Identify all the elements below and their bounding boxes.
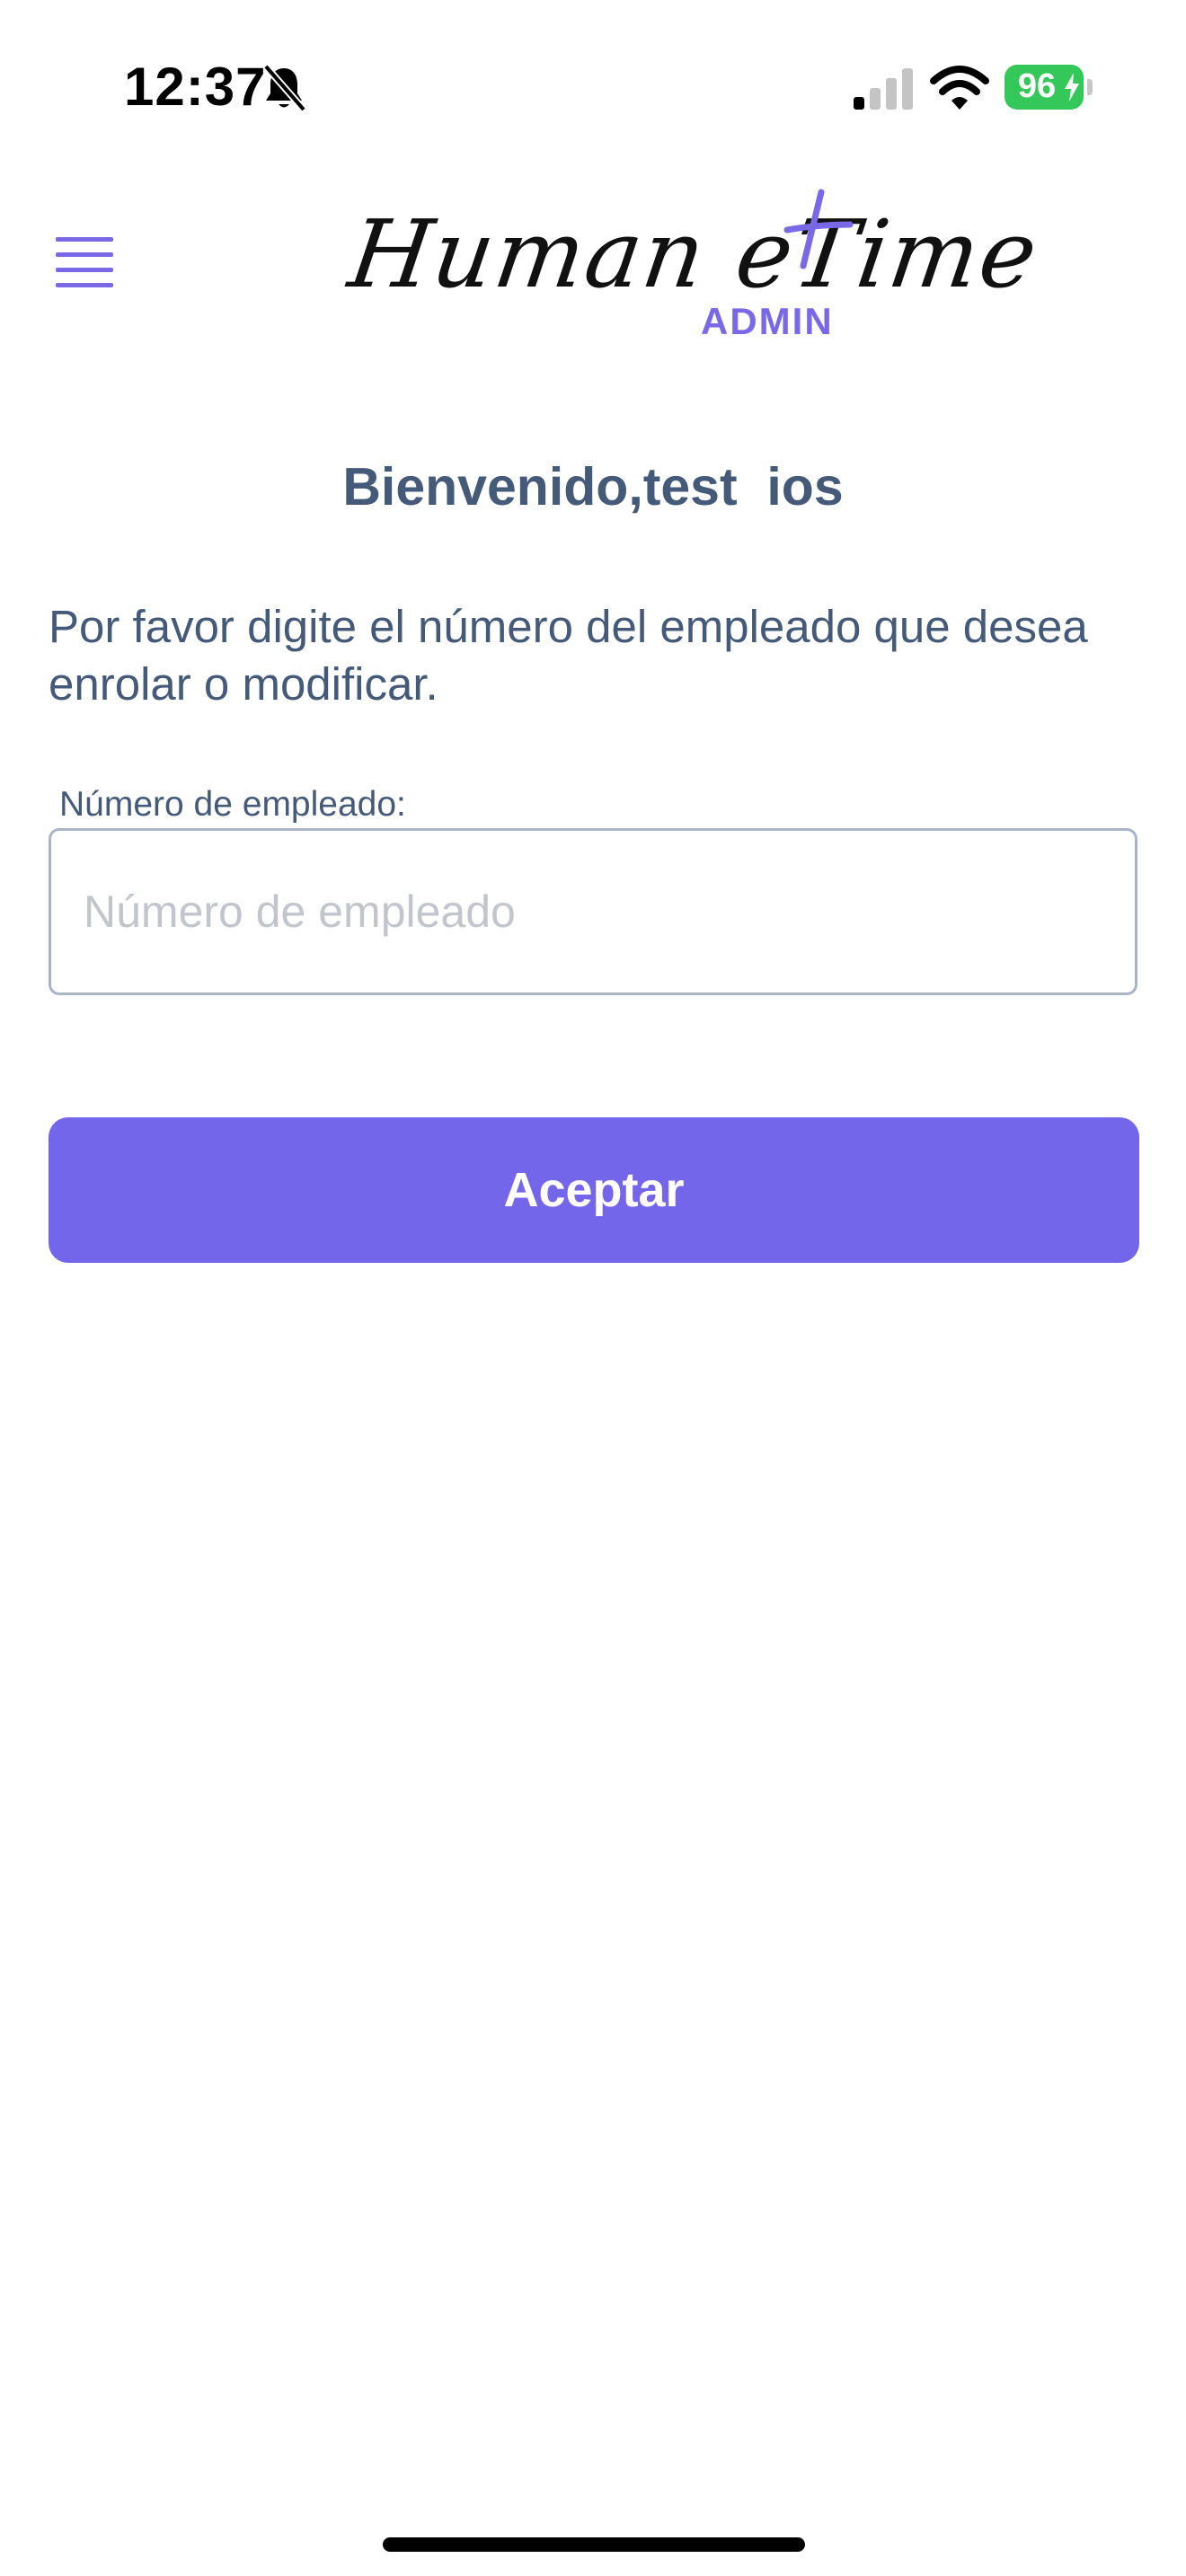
logo-text: Human eTime — [342, 199, 1046, 309]
plus-icon — [783, 189, 854, 269]
battery-level: 96 — [1017, 67, 1057, 105]
employee-number-input[interactable] — [49, 828, 1137, 995]
instructions-text: Por favor digite el número del empleado … — [49, 601, 1088, 710]
logo-admin-badge: ADMIN — [701, 300, 834, 342]
status-bar: 12:37 96 — [0, 0, 1186, 171]
screen: 12:37 96 Human eTime ADMIN Bienvenido,te… — [0, 0, 1186, 2576]
accept-button[interactable]: Aceptar — [49, 1117, 1139, 1263]
bell-slash-icon — [262, 64, 307, 112]
charging-bolt-icon — [1065, 73, 1079, 101]
battery-charging-icon: 96 — [1005, 65, 1093, 110]
welcome-title: Bienvenido,test ios — [342, 457, 844, 516]
wifi-icon — [930, 66, 989, 110]
cellular-signal-icon — [854, 68, 913, 110]
menu-button[interactable] — [50, 232, 119, 295]
employee-number-label: Número de empleado: — [59, 785, 406, 824]
status-time: 12:37 — [124, 57, 267, 117]
home-indicator[interactable] — [383, 2537, 805, 2552]
logo: Human eTime ADMIN — [341, 189, 1045, 350]
